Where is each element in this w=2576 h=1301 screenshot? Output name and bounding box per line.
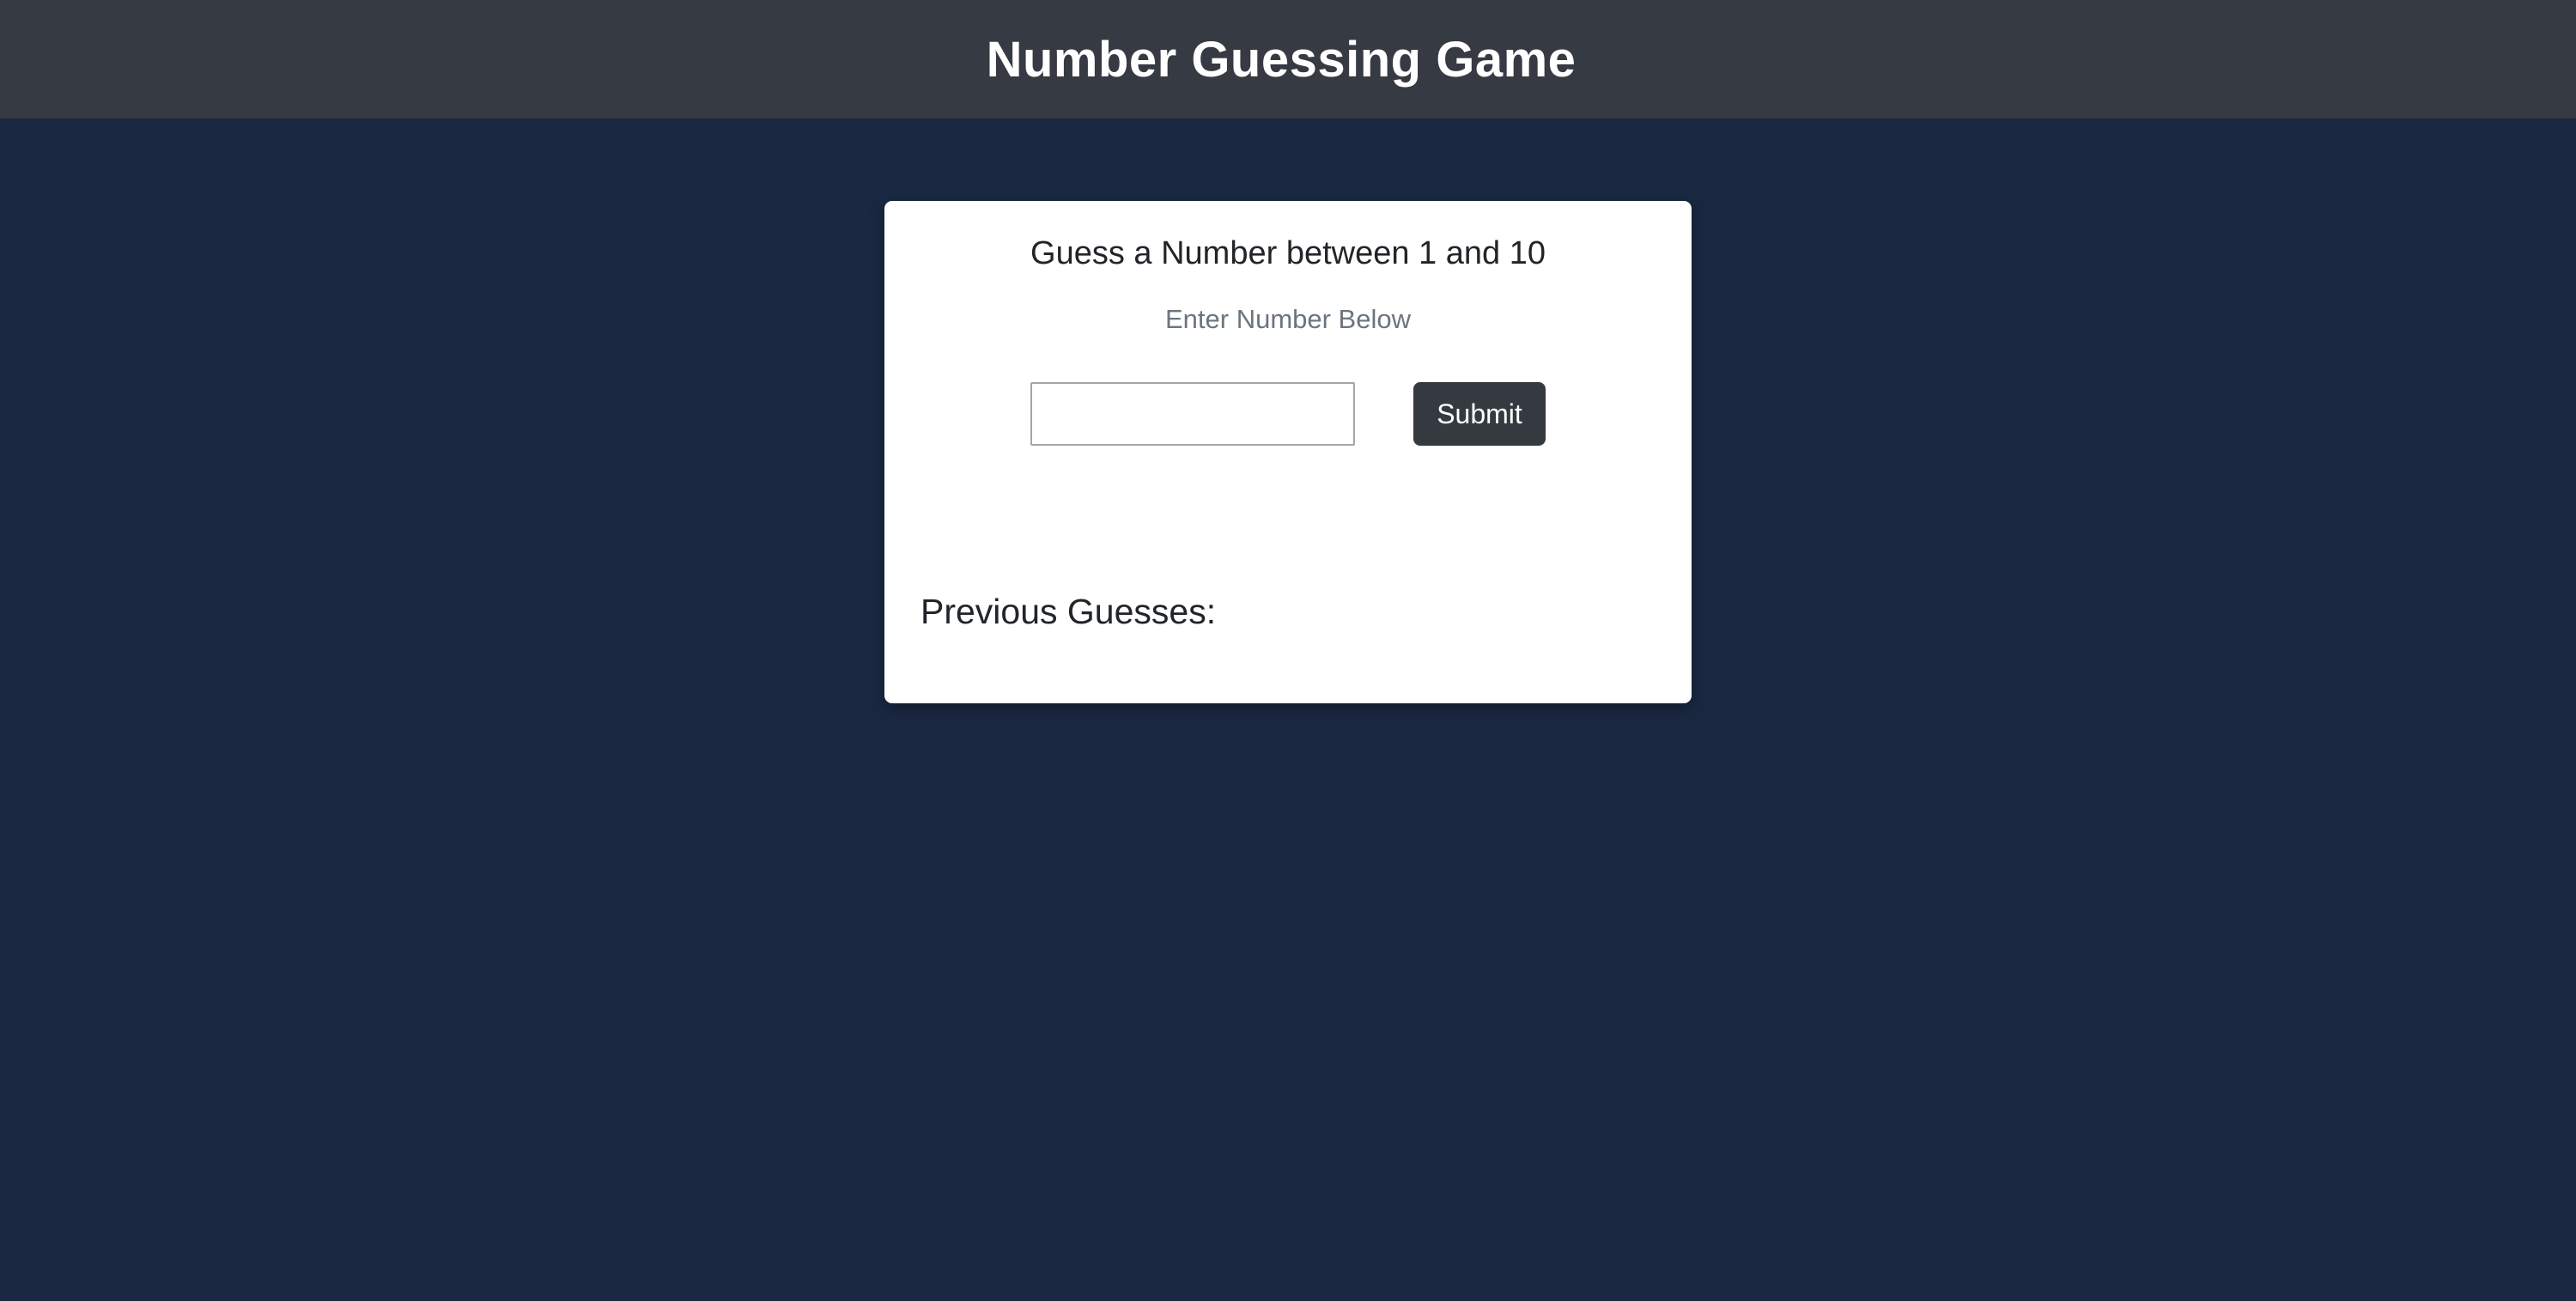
- guess-input[interactable]: [1030, 382, 1355, 446]
- header-bar: Number Guessing Game: [0, 0, 2576, 119]
- page-title: Number Guessing Game: [986, 31, 1577, 88]
- game-card: Guess a Number between 1 and 10 Enter Nu…: [884, 201, 1692, 703]
- game-instructions: Enter Number Below: [1164, 304, 1411, 334]
- game-title: Guess a Number between 1 and 10: [1030, 235, 1546, 271]
- previous-guesses-label: Previous Guesses:: [920, 592, 1217, 631]
- submit-button[interactable]: Submit: [1413, 382, 1546, 446]
